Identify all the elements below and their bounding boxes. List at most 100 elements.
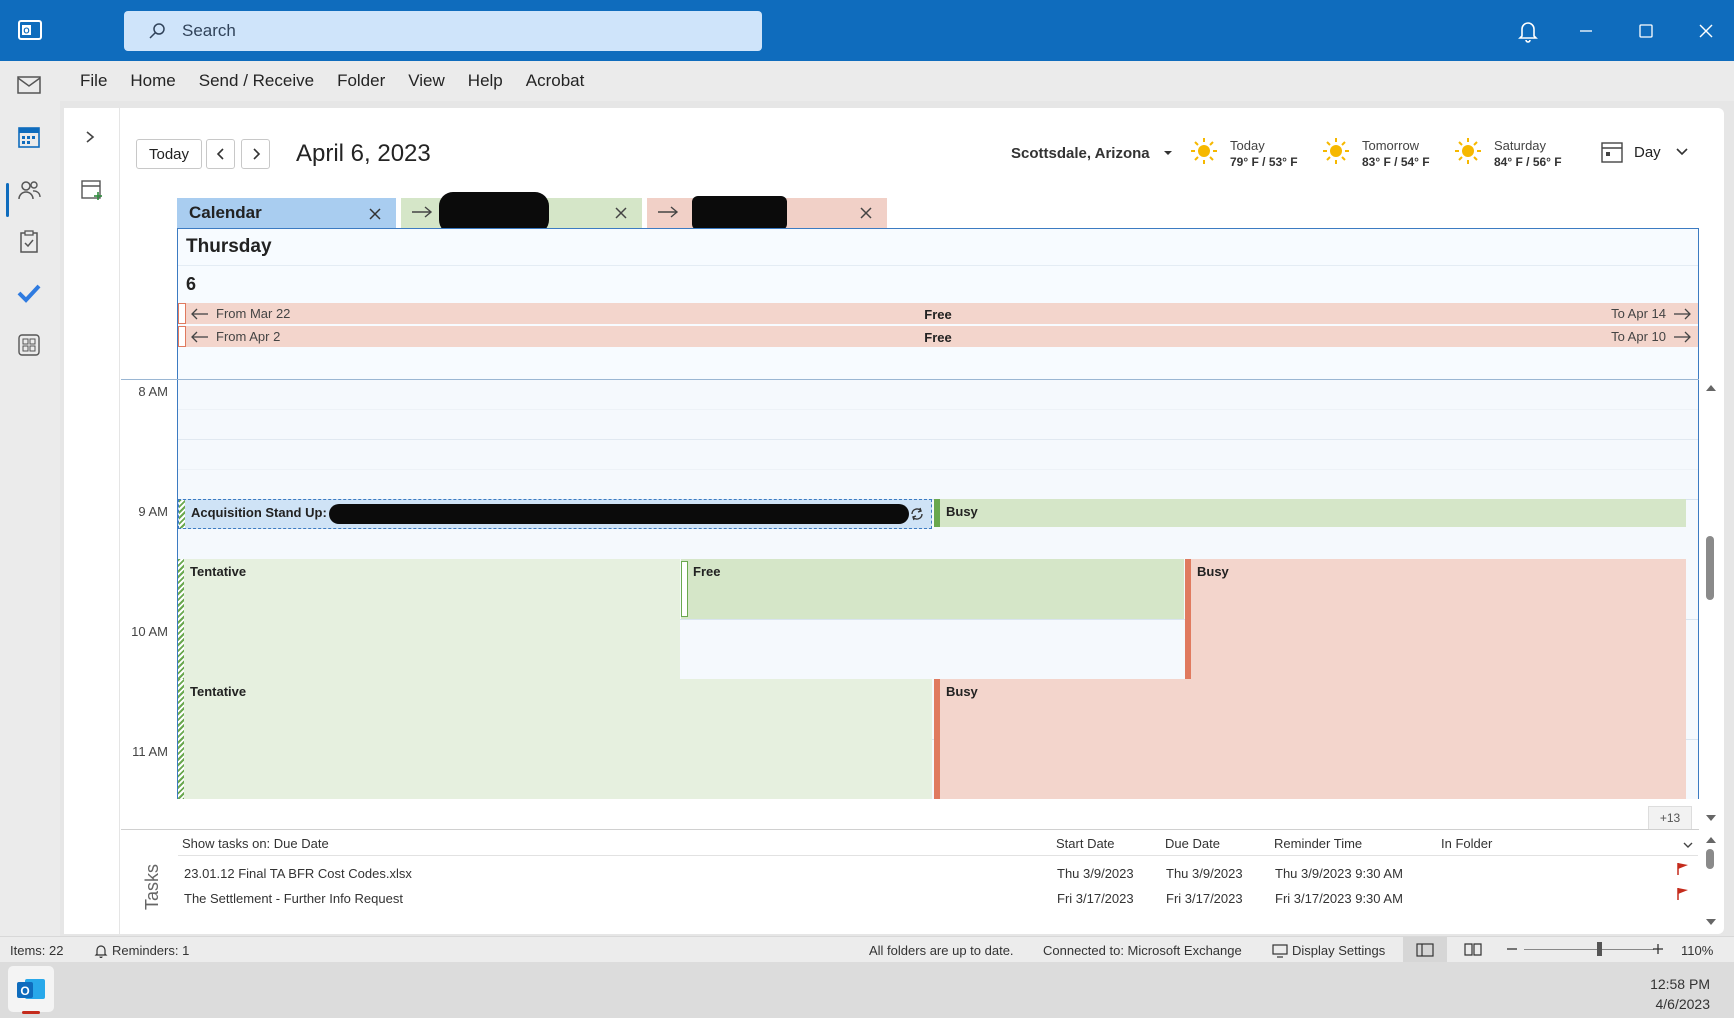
zoom-out-icon[interactable] <box>1506 942 1518 959</box>
flag-icon[interactable] <box>1676 862 1690 876</box>
zoom-in-icon[interactable] <box>1652 942 1664 959</box>
weather-tomorrow[interactable]: Tomorrow 83° F / 54° F <box>1322 137 1430 171</box>
arrow-right-icon <box>657 205 679 222</box>
appointment-title: Tentative <box>190 564 247 579</box>
menu-help[interactable]: Help <box>468 71 503 91</box>
menu-home[interactable]: Home <box>130 71 175 91</box>
location-selector[interactable]: Scottsdale, Arizona <box>1011 145 1174 162</box>
svg-text:O: O <box>20 984 29 998</box>
busy-bar <box>934 679 940 799</box>
tab-calendar[interactable]: Calendar <box>177 198 396 228</box>
busy-bar <box>934 499 940 527</box>
reminders-label: Reminders: 1 <box>112 943 190 958</box>
allday-event[interactable]: From Mar 22 Free To Apr 14 <box>178 303 1698 324</box>
tasks-icon[interactable] <box>14 227 44 257</box>
appointment-free[interactable]: Free <box>681 559 1184 619</box>
flag-icon[interactable] <box>1676 887 1690 901</box>
zoom-slider[interactable] <box>1524 949 1654 950</box>
appointment-title: Busy <box>1197 564 1229 579</box>
zoom-slider-thumb[interactable] <box>1597 942 1602 956</box>
more-items-button[interactable]: +13 <box>1648 806 1692 830</box>
zoom-level[interactable]: 110% <box>1681 943 1713 958</box>
menu-file[interactable]: File <box>80 71 107 91</box>
task-subject: The Settlement - Further Info Request <box>184 891 403 906</box>
tasks-scrollbar[interactable] <box>1703 835 1719 933</box>
maximize-button[interactable] <box>1633 18 1659 44</box>
menu-bar: File Home Send / Receive Folder View Hel… <box>60 61 1734 101</box>
expand-pane-icon[interactable] <box>84 130 96 147</box>
connection-status: Connected to: Microsoft Exchange <box>1043 943 1242 958</box>
search-box[interactable]: Search <box>124 11 762 51</box>
new-event-icon[interactable] <box>80 178 104 205</box>
mail-icon[interactable] <box>14 70 44 100</box>
column-reminder-time[interactable]: Reminder Time <box>1274 836 1362 851</box>
system-clock[interactable]: 12:58 PM 4/6/2023 <box>1650 974 1710 1014</box>
chevron-down-icon <box>1676 148 1688 156</box>
appointment-busy[interactable]: Busy <box>1185 559 1686 679</box>
monitor-icon <box>1272 943 1288 958</box>
chevron-down-icon[interactable] <box>1682 838 1694 854</box>
scroll-down-icon[interactable] <box>1704 917 1718 927</box>
normal-view-button[interactable] <box>1403 937 1447 963</box>
bell-icon[interactable] <box>1515 18 1541 44</box>
time-label: 9 AM <box>138 504 168 519</box>
today-button[interactable]: Today <box>136 139 202 169</box>
menu-view[interactable]: View <box>408 71 445 91</box>
slot-line <box>178 409 1698 410</box>
column-start-date[interactable]: Start Date <box>1056 836 1115 851</box>
weather-saturday[interactable]: Saturday 84° F / 56° F <box>1454 137 1562 171</box>
reading-view-button[interactable] <box>1464 942 1482 959</box>
calendar-icon[interactable] <box>14 122 44 152</box>
scroll-thumb[interactable] <box>1706 536 1714 600</box>
allday-to: To Apr 10 <box>1611 329 1666 344</box>
apps-icon[interactable] <box>14 330 44 360</box>
menu-folder[interactable]: Folder <box>337 71 385 91</box>
chevron-right-icon <box>252 148 260 160</box>
appointment-tentative[interactable]: Tentative <box>178 679 932 799</box>
previous-day-button[interactable] <box>206 139 235 169</box>
tab-shared-calendar-1[interactable] <box>401 192 642 234</box>
task-due: Thu 3/9/2023 <box>1166 866 1243 881</box>
weather-today[interactable]: Today 79° F / 53° F <box>1190 137 1298 171</box>
appointment-tentative[interactable]: Tentative <box>178 559 680 679</box>
reminders-status[interactable]: Reminders: 1 <box>94 943 189 958</box>
sun-icon <box>1455 138 1481 164</box>
calendar-scrollbar[interactable] <box>1703 379 1719 829</box>
appointment-busy[interactable]: Busy <box>934 499 1686 527</box>
appointment-standup[interactable]: Acquisition Stand Up: <box>178 499 932 529</box>
scroll-up-icon[interactable] <box>1704 835 1718 845</box>
close-tab-icon[interactable] <box>614 206 628 223</box>
appointment-busy[interactable]: Busy <box>934 679 1686 799</box>
scroll-up-icon[interactable] <box>1704 383 1718 393</box>
close-tab-icon[interactable] <box>368 206 382 226</box>
time-label: 10 AM <box>131 624 168 639</box>
allday-event[interactable]: From Apr 2 Free To Apr 10 <box>178 326 1698 347</box>
chevron-left-icon <box>216 148 224 160</box>
tentative-hatch <box>179 500 185 528</box>
tab-calendar-label: Calendar <box>189 203 262 222</box>
taskbar-outlook-button[interactable]: O <box>8 966 54 1014</box>
close-window-button[interactable] <box>1693 18 1719 44</box>
scroll-thumb[interactable] <box>1706 849 1714 869</box>
status-bar: Items: 22 Reminders: 1 All folders are u… <box>0 936 1734 963</box>
column-in-folder[interactable]: In Folder <box>1441 836 1492 851</box>
display-settings-button[interactable]: Display Settings <box>1272 943 1385 958</box>
taskbar: O 12:58 PM 4/6/2023 <box>0 962 1734 1018</box>
menu-acrobat[interactable]: Acrobat <box>526 71 585 91</box>
day-number[interactable]: 6 <box>186 274 196 295</box>
column-due-date[interactable]: Due Date <box>1165 836 1220 851</box>
close-tab-icon[interactable] <box>859 206 873 223</box>
task-due: Fri 3/17/2023 <box>1166 891 1243 906</box>
tab-shared-calendar-2[interactable] <box>647 196 887 230</box>
view-selector[interactable]: Day <box>1600 140 1689 164</box>
todo-icon[interactable] <box>14 278 44 308</box>
minimize-button[interactable] <box>1573 18 1599 44</box>
nav-rail <box>0 61 60 959</box>
time-label: 8 AM <box>138 384 168 399</box>
next-day-button[interactable] <box>241 139 270 169</box>
appointment-title: Busy <box>946 684 978 699</box>
scroll-down-icon[interactable] <box>1704 813 1718 823</box>
column-subject[interactable]: Show tasks on: Due Date <box>182 836 329 851</box>
menu-send-receive[interactable]: Send / Receive <box>199 71 314 91</box>
people-icon[interactable] <box>14 175 44 205</box>
